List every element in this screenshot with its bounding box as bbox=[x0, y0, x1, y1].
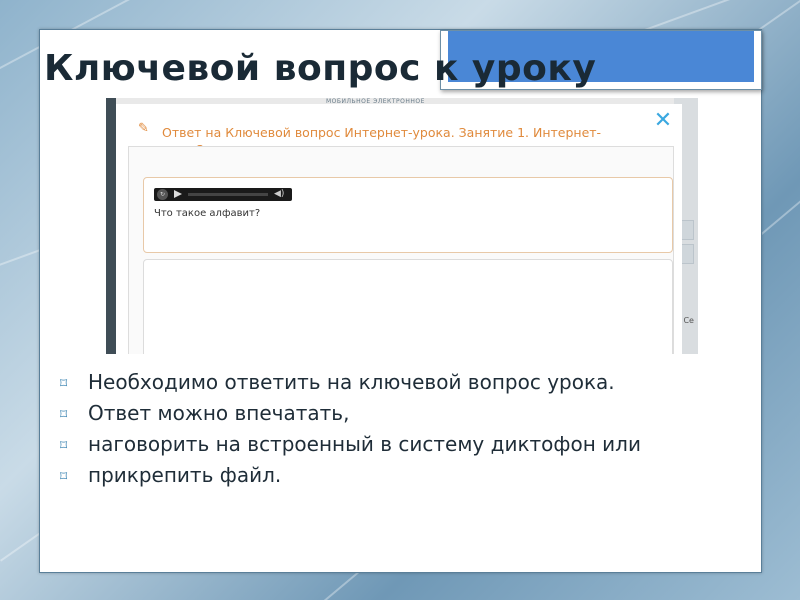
bullet-icon: ⌑ bbox=[60, 438, 68, 454]
close-icon[interactable]: ✕ bbox=[652, 110, 674, 132]
embedded-screenshot: МОБИЛЬНОЕ ЭЛЕКТРОННОЕ » Се ✎ Ответ на Кл… bbox=[106, 98, 698, 354]
bullet-icon: ⌑ bbox=[60, 469, 68, 485]
bullet-list: ⌑ Необходимо ответить на ключевой вопрос … bbox=[58, 370, 748, 494]
screenshot-left-strip bbox=[106, 98, 116, 354]
bullet-icon: ⌑ bbox=[60, 407, 68, 423]
audio-player[interactable]: ↻ ◀) bbox=[154, 188, 292, 201]
bullet-text: прикрепить файл. bbox=[88, 463, 282, 487]
list-item: ⌑ Ответ можно впечатать, bbox=[58, 401, 748, 425]
bullet-text: Необходимо ответить на ключевой вопрос у… bbox=[88, 370, 615, 394]
answer-dialog: ✎ Ответ на Ключевой вопрос Интернет-урок… bbox=[116, 104, 682, 354]
bullet-text: наговорить на встроенный в систему дикто… bbox=[88, 432, 641, 456]
list-item: ⌑ наговорить на встроенный в систему дикт… bbox=[58, 432, 748, 456]
answer-input[interactable] bbox=[143, 259, 673, 354]
audio-progress-track[interactable] bbox=[188, 193, 268, 196]
question-box: ↻ ◀) Что такое алфавит? bbox=[143, 177, 673, 253]
question-text: Что такое алфавит? bbox=[154, 208, 261, 219]
list-item: ⌑ прикрепить файл. bbox=[58, 463, 748, 487]
play-icon[interactable] bbox=[174, 190, 182, 198]
bullet-text: Ответ можно впечатать, bbox=[88, 401, 350, 425]
pencil-icon: ✎ bbox=[138, 121, 149, 136]
replay-icon[interactable]: ↻ bbox=[157, 189, 168, 200]
bullet-icon: ⌑ bbox=[60, 376, 68, 392]
slide-title: Ключевой вопрос к уроку bbox=[44, 48, 597, 89]
list-item: ⌑ Необходимо ответить на ключевой вопрос … bbox=[58, 370, 748, 394]
dialog-panel: ↻ ◀) Что такое алфавит? bbox=[128, 146, 674, 354]
volume-icon[interactable]: ◀) bbox=[274, 189, 284, 200]
